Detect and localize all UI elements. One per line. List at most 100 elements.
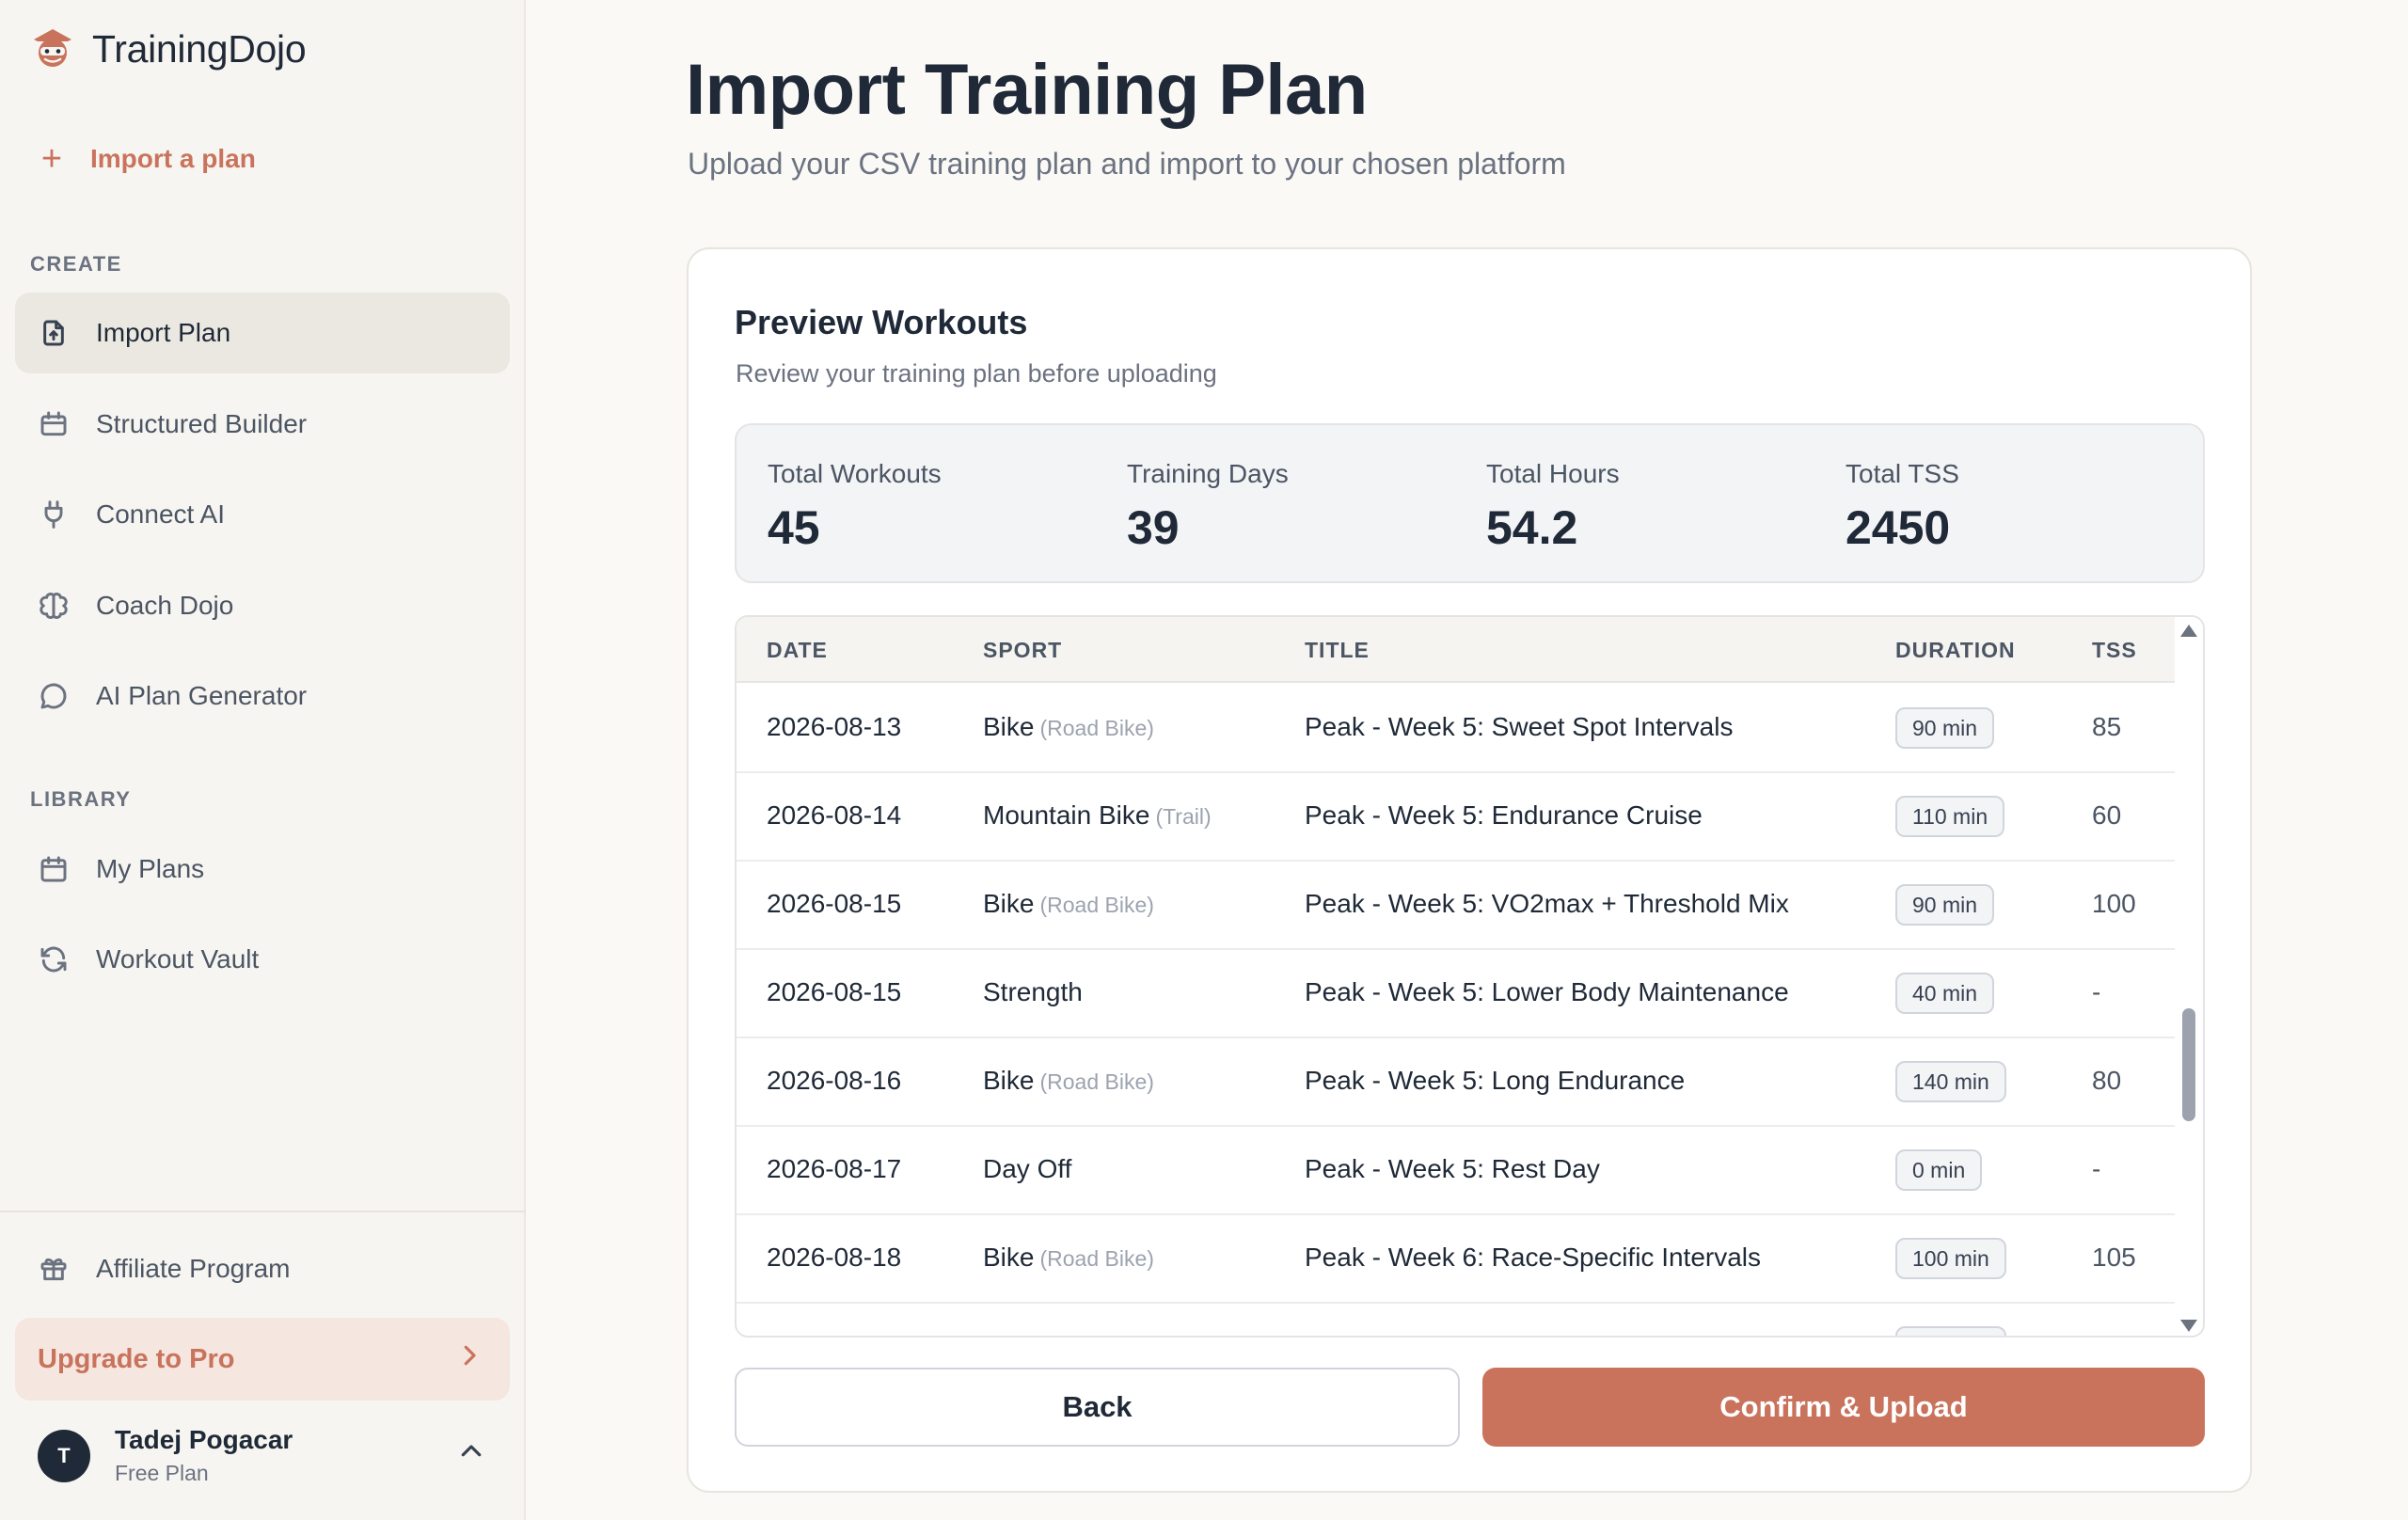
user-name: Tadej Pogacar [115, 1425, 293, 1454]
user-profile[interactable]: T Tadej Pogacar Free Plan [38, 1425, 293, 1486]
stat-label: Training Days [1127, 459, 1289, 488]
stat-value: 39 [1127, 501, 1180, 554]
stat-label: Total TSS [1846, 459, 1959, 488]
avatar: T [38, 1429, 90, 1482]
chevron-up-icon[interactable] [457, 1437, 489, 1469]
table-row[interactable]: 2026-08-13 Bike (Road Bike) Peak - Week 5… [737, 685, 2175, 773]
sidebar: TrainingDojo + Import a plan CREATE Impo… [0, 0, 526, 1520]
sidebar-item-label: Workout Vault [96, 944, 260, 974]
table-row[interactable]: 2026-08-15 Bike (Road Bike) Peak - Week 5… [737, 862, 2175, 950]
card-subtitle: Review your training plan before uploadi… [736, 359, 1217, 388]
sidebar-item-label: Connect AI [96, 499, 225, 529]
card-title: Preview Workouts [735, 303, 1028, 341]
brand[interactable]: TrainingDojo [30, 26, 307, 71]
sport-subtype: (Trail) [1155, 804, 1212, 829]
section-label-create: CREATE [30, 252, 122, 276]
cell-title: Peak - Week 5: Sweet Spot Intervals [1305, 712, 1734, 741]
cell-sport: Bike (Road Bike) [983, 889, 1154, 919]
cell-sport: Bike (Road Bike) [983, 712, 1154, 742]
column-header-title[interactable]: TITLE [1305, 638, 1370, 663]
sidebar-item-ai-plan-generator[interactable]: AI Plan Generator [15, 656, 510, 736]
cell-sport: Day Off [983, 1154, 1077, 1184]
back-button[interactable]: Back [735, 1368, 1460, 1447]
column-header-tss[interactable]: TSS [2092, 638, 2137, 663]
sport-name: Bike [983, 1066, 1035, 1095]
cell-sport: Bike (Road Bike) [983, 1066, 1154, 1096]
cell-tss: - [2092, 1154, 2101, 1183]
cell-sport: Bike (Road Bike) [983, 1243, 1154, 1273]
stat-total-tss: Total TSS 2450 [1846, 459, 1959, 555]
table-header: DATE SPORT TITLE DURATION TSS [737, 617, 2175, 683]
user-plan: Free Plan [115, 1461, 209, 1485]
scrollbar-thumb[interactable] [2182, 1008, 2195, 1121]
sidebar-item-structured-builder[interactable]: Structured Builder [15, 384, 510, 465]
cell-tss: 100 [2092, 889, 2136, 918]
duration-badge: 40 min [1895, 973, 1995, 1014]
ninja-mascot-icon [34, 29, 71, 67]
stat-value: 2450 [1846, 501, 1951, 554]
refresh-icon [38, 943, 70, 975]
cell-title: Peak - Week 5: Long Endurance [1305, 1066, 1686, 1095]
preview-card: Preview Workouts Review your training pl… [687, 247, 2252, 1493]
cell-date: 2026-08-17 [767, 1154, 902, 1183]
sport-name: Bike [983, 1243, 1035, 1272]
column-header-duration[interactable]: DURATION [1895, 638, 2016, 663]
gift-icon [38, 1253, 70, 1285]
column-header-date[interactable]: DATE [767, 638, 828, 663]
calendar-icon [38, 853, 70, 885]
brand-name: TrainingDojo [92, 26, 307, 71]
workouts-table[interactable]: DATE SPORT TITLE DURATION TSS 2026-08-13… [735, 615, 2205, 1338]
sidebar-item-label: Affiliate Program [96, 1254, 291, 1283]
stat-total-hours: Total Hours 54.2 [1486, 459, 1620, 555]
chat-bubble-icon [38, 680, 70, 712]
upgrade-label: Upgrade to Pro [38, 1343, 235, 1374]
cell-date: 2026-08-15 [767, 977, 902, 1006]
cell-sport: Strength [983, 977, 1088, 1007]
sidebar-item-affiliate-program[interactable]: Affiliate Program [15, 1228, 510, 1309]
sport-name: Strength [983, 977, 1083, 1006]
import-plan-link[interactable]: + Import a plan [38, 141, 256, 177]
stat-total-workouts: Total Workouts 45 [768, 459, 942, 555]
table-row[interactable]: 2026-08-15 Strength Peak - Week 5: Lower… [737, 950, 2175, 1038]
sport-subtype: (Road Bike) [1039, 1069, 1154, 1094]
cell-tss: 105 [2092, 1243, 2136, 1272]
upgrade-to-pro-button[interactable]: Upgrade to Pro [15, 1318, 510, 1401]
sidebar-item-workout-vault[interactable]: Workout Vault [15, 919, 510, 1000]
sidebar-divider [0, 1211, 526, 1212]
stat-value: 54.2 [1486, 501, 1578, 554]
sport-name: Bike [983, 712, 1035, 741]
sidebar-item-coach-dojo[interactable]: Coach Dojo [15, 565, 510, 646]
duration-badge [1895, 1326, 2006, 1336]
table-row[interactable]: 2026-08-18 Bike (Road Bike) Peak - Week 6… [737, 1215, 2175, 1304]
sidebar-item-label: Structured Builder [96, 409, 308, 438]
brain-icon [38, 590, 70, 622]
stat-training-days: Training Days 39 [1127, 459, 1289, 555]
table-row[interactable]: 2026-08-17 Day Off Peak - Week 5: Rest D… [737, 1127, 2175, 1215]
cell-title: Peak - Week 5: Endurance Cruise [1305, 800, 1703, 830]
confirm-upload-button[interactable]: Confirm & Upload [1482, 1368, 2205, 1447]
sport-subtype: (Road Bike) [1039, 1246, 1154, 1271]
cell-date: 2026-08-14 [767, 800, 902, 830]
sport-subtype: (Road Bike) [1039, 893, 1154, 917]
table-row[interactable]: 2026-08-14 Mountain Bike (Trail) Peak - W… [737, 773, 2175, 862]
cell-tss: 60 [2092, 800, 2122, 830]
stats-panel: Total Workouts 45 Training Days 39 Total… [735, 423, 2205, 583]
file-upload-icon [38, 317, 70, 349]
sidebar-item-import-plan[interactable]: Import Plan [15, 293, 510, 373]
cell-title: Peak - Week 6: Race-Specific Intervals [1305, 1243, 1762, 1272]
table-row[interactable]: 2026-08-16 Bike (Road Bike) Peak - Week 5… [737, 1038, 2175, 1127]
cell-date: 2026-08-16 [767, 1066, 902, 1095]
table-scrollbar[interactable] [2175, 617, 2203, 1336]
sidebar-item-label: My Plans [96, 854, 205, 883]
sidebar-item-my-plans[interactable]: My Plans [15, 829, 510, 910]
cell-sport: Mountain Bike (Trail) [983, 800, 1212, 831]
sidebar-item-label: Import Plan [96, 318, 231, 347]
scroll-down-arrow-icon[interactable] [2180, 1320, 2197, 1332]
sidebar-item-label: Coach Dojo [96, 591, 234, 620]
scroll-up-arrow-icon[interactable] [2180, 625, 2197, 637]
column-header-sport[interactable]: SPORT [983, 638, 1062, 663]
sidebar-item-connect-ai[interactable]: Connect AI [15, 474, 510, 555]
cell-title: Peak - Week 5: Lower Body Maintenance [1305, 977, 1789, 1006]
duration-badge: 100 min [1895, 1238, 2006, 1279]
table-row-partial[interactable] [737, 1304, 2175, 1336]
